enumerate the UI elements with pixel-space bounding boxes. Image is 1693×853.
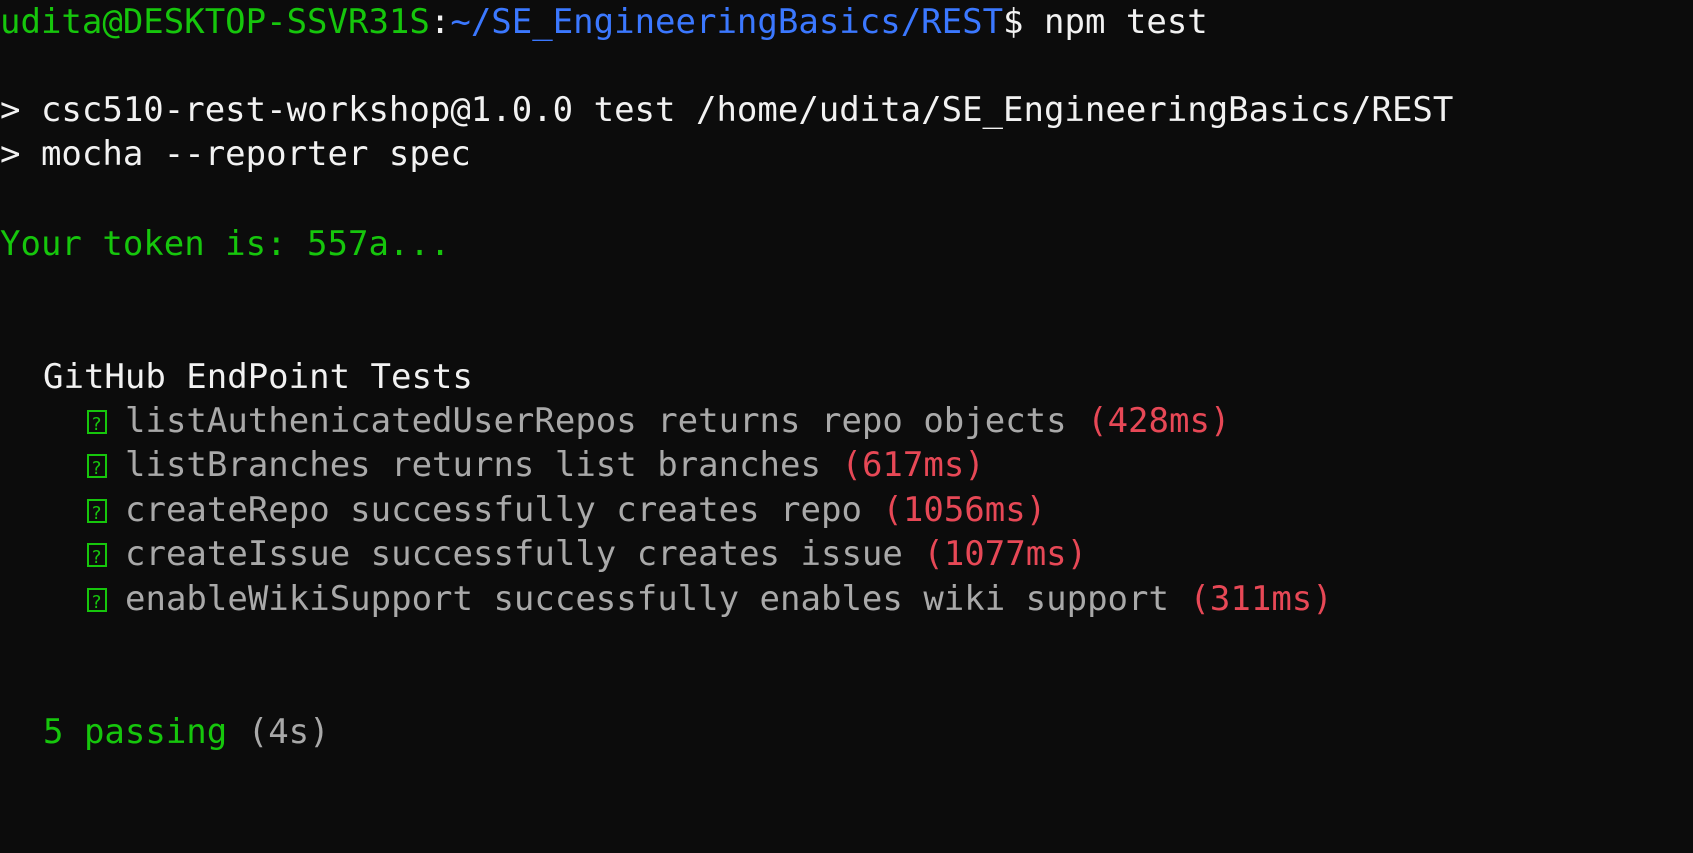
suite-title: GitHub EndPoint Tests [43, 357, 473, 397]
check-icon [87, 403, 107, 447]
test-result-row: createIssue successfully creates issue (… [87, 532, 1088, 580]
test-name: enableWikiSupport successfully enables w… [125, 579, 1169, 619]
terminal-window[interactable]: { "prompt": { "user_host": "udita@DESKTO… [0, 0, 1693, 853]
test-name: listAuthenicatedUserRepos returns repo o… [125, 401, 1067, 441]
test-result-row: listBranches returns list branches (617m… [87, 443, 985, 491]
check-icon [87, 447, 107, 491]
test-name: listBranches returns list branches [125, 445, 821, 485]
prompt-user-host: udita@DESKTOP-SSVR31S [0, 2, 430, 42]
test-name: createIssue successfully creates issue [125, 534, 903, 574]
test-duration: (617ms) [841, 445, 985, 485]
test-duration: (311ms) [1189, 579, 1333, 619]
prompt-command: npm test [1023, 2, 1208, 42]
test-result-row: enableWikiSupport successfully enables w… [87, 577, 1333, 625]
test-duration: (428ms) [1087, 401, 1231, 441]
summary-line: 5 passing (4s) [43, 710, 330, 754]
passing-count: 5 passing [43, 712, 228, 752]
token-line: Your token is: 557a... [0, 224, 451, 264]
test-name: createRepo successfully creates repo [125, 490, 862, 530]
prompt-path: ~/SE_EngineeringBasics/REST [450, 2, 1004, 42]
prompt-symbol: $ [1003, 2, 1024, 42]
total-time: (4s) [247, 712, 330, 752]
npm-command-line: > mocha --reporter spec [0, 134, 471, 174]
test-duration: (1056ms) [882, 490, 1047, 530]
npm-script-line: > csc510-rest-workshop@1.0.0 test /home/… [0, 90, 1454, 130]
prompt-separator: : [429, 2, 451, 42]
test-result-row: listAuthenicatedUserRepos returns repo o… [87, 399, 1231, 447]
test-duration: (1077ms) [923, 534, 1088, 574]
check-icon [87, 492, 107, 536]
check-icon [87, 581, 107, 625]
prompt-line: udita@DESKTOP-SSVR31S:~/SE_EngineeringBa… [0, 0, 1208, 44]
test-result-row: createRepo successfully creates repo (10… [87, 488, 1047, 536]
check-icon [87, 536, 107, 580]
